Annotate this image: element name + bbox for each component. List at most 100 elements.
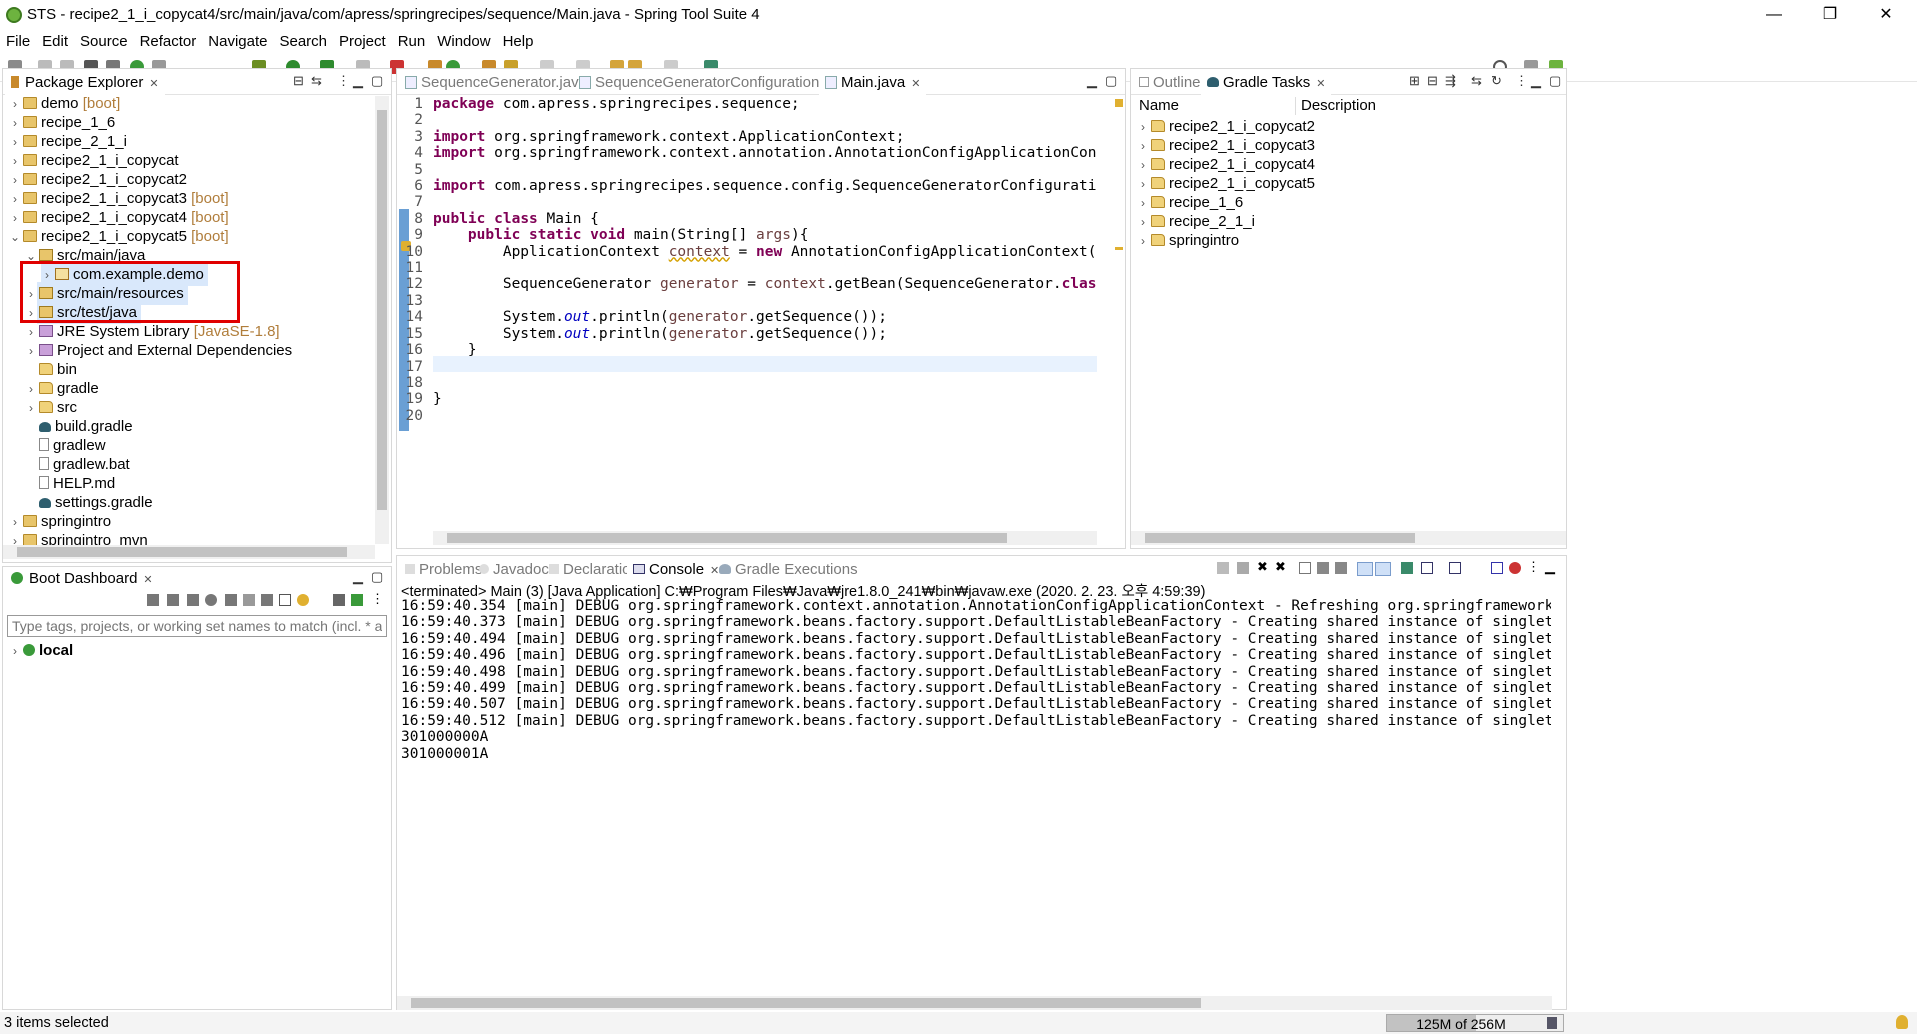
link-editor-icon[interactable]: ⇆	[311, 73, 322, 89]
close-icon[interactable]: ✕	[911, 78, 920, 90]
explorer-horizontal-scrollbar[interactable]	[3, 545, 375, 559]
scroll-lock-icon[interactable]	[1317, 562, 1329, 574]
console-icon[interactable]	[225, 594, 237, 606]
minimize-button[interactable]: —	[1754, 3, 1794, 27]
expand-all-icon[interactable]: ⊞	[1409, 73, 1420, 89]
edit-icon[interactable]	[261, 594, 273, 606]
menu-search[interactable]: Search	[273, 30, 333, 50]
column-description[interactable]: Description	[1301, 97, 1376, 114]
maximize-icon[interactable]: ▢	[1105, 73, 1117, 89]
menu-project[interactable]: Project	[333, 30, 392, 50]
folder-icon	[39, 401, 53, 413]
stop-icon[interactable]	[187, 594, 199, 606]
clear-console-icon[interactable]	[1299, 562, 1311, 574]
menu-run[interactable]: Run	[392, 30, 432, 50]
menu-navigate[interactable]: Navigate	[202, 30, 273, 50]
menu-edit[interactable]: Edit	[36, 30, 74, 50]
column-name[interactable]: Name	[1139, 97, 1179, 114]
window-title: STS - recipe2_1_i_copycat4/src/main/java…	[27, 6, 760, 23]
collapse-icon[interactable]	[333, 594, 345, 606]
tree-label: recipe2_1_i_copycat4	[1169, 156, 1315, 173]
restart-debug-icon[interactable]	[167, 594, 179, 606]
view-menu-icon[interactable]: ⋮	[1515, 73, 1528, 89]
editor-horizontal-scrollbar[interactable]	[433, 531, 1097, 545]
explorer-vertical-scrollbar[interactable]	[375, 96, 389, 544]
code-editor[interactable]: package com.apress.springrecipes.sequenc…	[433, 96, 1097, 441]
menu-help[interactable]: Help	[497, 30, 540, 50]
boot-dashboard-toolbar: ⋮	[147, 591, 387, 608]
maximize-icon[interactable]: ▢	[371, 569, 383, 585]
lightbulb-icon[interactable]	[297, 594, 309, 606]
pin-console-icon[interactable]	[1401, 562, 1413, 574]
view-menu-icon[interactable]: ⋮	[337, 73, 350, 89]
chevron-right-icon[interactable]: ›	[1137, 230, 1149, 253]
new-console-icon[interactable]	[1491, 562, 1503, 574]
tab-gradle-tasks[interactable]: Gradle Tasks ✕	[1201, 73, 1332, 95]
gradle-item[interactable]: › springintro	[1137, 229, 1239, 252]
collapse-all-icon[interactable]: ⊟	[293, 73, 304, 89]
start-icon[interactable]	[147, 594, 159, 606]
tab-outline[interactable]: Outline	[1133, 73, 1207, 95]
filter-icon[interactable]: ⇶	[1445, 73, 1456, 89]
boot-local-item[interactable]: › local	[9, 639, 73, 662]
menu-refactor[interactable]: Refactor	[134, 30, 203, 50]
open-browser-icon[interactable]	[205, 594, 217, 606]
close-button[interactable]: ✕	[1866, 3, 1906, 27]
console-toolbar: ✖ ✖ ⋮ ▁	[1217, 559, 1557, 576]
view-menu-icon[interactable]: ⋮	[371, 591, 384, 607]
tab-label: Gradle Executions	[735, 561, 858, 578]
console-output[interactable]: 16:59:40.354 [main] DEBUG org.springfram…	[401, 598, 1551, 958]
chevron-right-icon[interactable]: ›	[9, 640, 21, 663]
close-icon[interactable]: ✕	[1316, 78, 1325, 90]
garbage-collect-icon[interactable]	[1547, 1017, 1557, 1029]
tab-label: Console	[649, 561, 705, 578]
gradle-horizontal-scrollbar[interactable]	[1131, 531, 1566, 545]
console-vertical-scrollbar[interactable]	[1552, 598, 1566, 993]
tab-main-java[interactable]: Main.java ✕	[819, 73, 927, 95]
editor-vertical-scrollbar[interactable]	[1099, 96, 1113, 521]
link-icon[interactable]	[243, 594, 255, 606]
minimize-icon[interactable]: ▁	[1545, 559, 1555, 575]
gradle-tasks-panel: Outline Gradle Tasks ✕ ⊞ ⊟ ⇶ ⇆ ↻ ⋮ ▁ ▢ Na…	[1130, 68, 1567, 549]
remove-launch-icon[interactable]: ✖	[1257, 559, 1268, 575]
tab-console[interactable]: Console ✕	[627, 560, 726, 582]
terminate-icon[interactable]	[1237, 562, 1249, 574]
pin-icon[interactable]	[1217, 562, 1229, 574]
restore-button[interactable]: ❐	[1810, 3, 1850, 27]
menu-window[interactable]: Window	[431, 30, 496, 50]
chevron-down-icon[interactable]: ⌄	[9, 226, 21, 249]
tab-gradle-executions[interactable]: Gradle Executions	[713, 560, 864, 582]
tab-label: Boot Dashboard	[29, 570, 138, 587]
spring-console-icon[interactable]	[1509, 562, 1521, 574]
minimize-icon[interactable]: ▁	[353, 569, 363, 585]
show-stdout-icon[interactable]	[1357, 562, 1373, 576]
properties-icon[interactable]	[279, 594, 291, 606]
console-horizontal-scrollbar[interactable]	[397, 996, 1552, 1010]
close-icon[interactable]: ✕	[143, 574, 152, 586]
link-icon[interactable]: ⇆	[1471, 73, 1482, 89]
boot-filter-input[interactable]	[7, 615, 387, 637]
show-stderr-icon[interactable]	[1375, 562, 1391, 576]
maximize-icon[interactable]: ▢	[1549, 73, 1561, 89]
open-console-icon[interactable]	[1449, 562, 1461, 574]
collapse-all-icon[interactable]: ⊟	[1427, 73, 1438, 89]
refresh-icon[interactable]: ↻	[1491, 73, 1502, 89]
display-console-icon[interactable]	[1421, 562, 1433, 574]
word-wrap-icon[interactable]	[1335, 562, 1347, 574]
minimize-icon[interactable]: ▁	[1087, 73, 1097, 89]
tab-sequence-generator[interactable]: SequenceGenerator.java	[399, 73, 593, 95]
overview-warning-marker	[1115, 247, 1123, 250]
tab-sequence-generator-configuration[interactable]: SequenceGeneratorConfiguration.java	[573, 73, 857, 95]
minimize-icon[interactable]: ▁	[353, 73, 363, 89]
menu-file[interactable]: File	[0, 30, 36, 50]
tab-boot-dashboard[interactable]: Boot Dashboard ✕	[5, 569, 159, 591]
maximize-icon[interactable]: ▢	[371, 73, 383, 89]
close-icon[interactable]: ✕	[149, 78, 158, 90]
heap-status[interactable]: 125M of 256M	[1386, 1014, 1564, 1032]
add-icon[interactable]	[351, 594, 363, 606]
lightbulb-icon[interactable]	[1896, 1015, 1908, 1029]
menu-source[interactable]: Source	[74, 30, 134, 50]
minimize-icon[interactable]: ▁	[1531, 73, 1541, 89]
remove-all-icon[interactable]: ✖	[1275, 559, 1286, 575]
view-menu-icon[interactable]: ⋮	[1527, 559, 1540, 575]
